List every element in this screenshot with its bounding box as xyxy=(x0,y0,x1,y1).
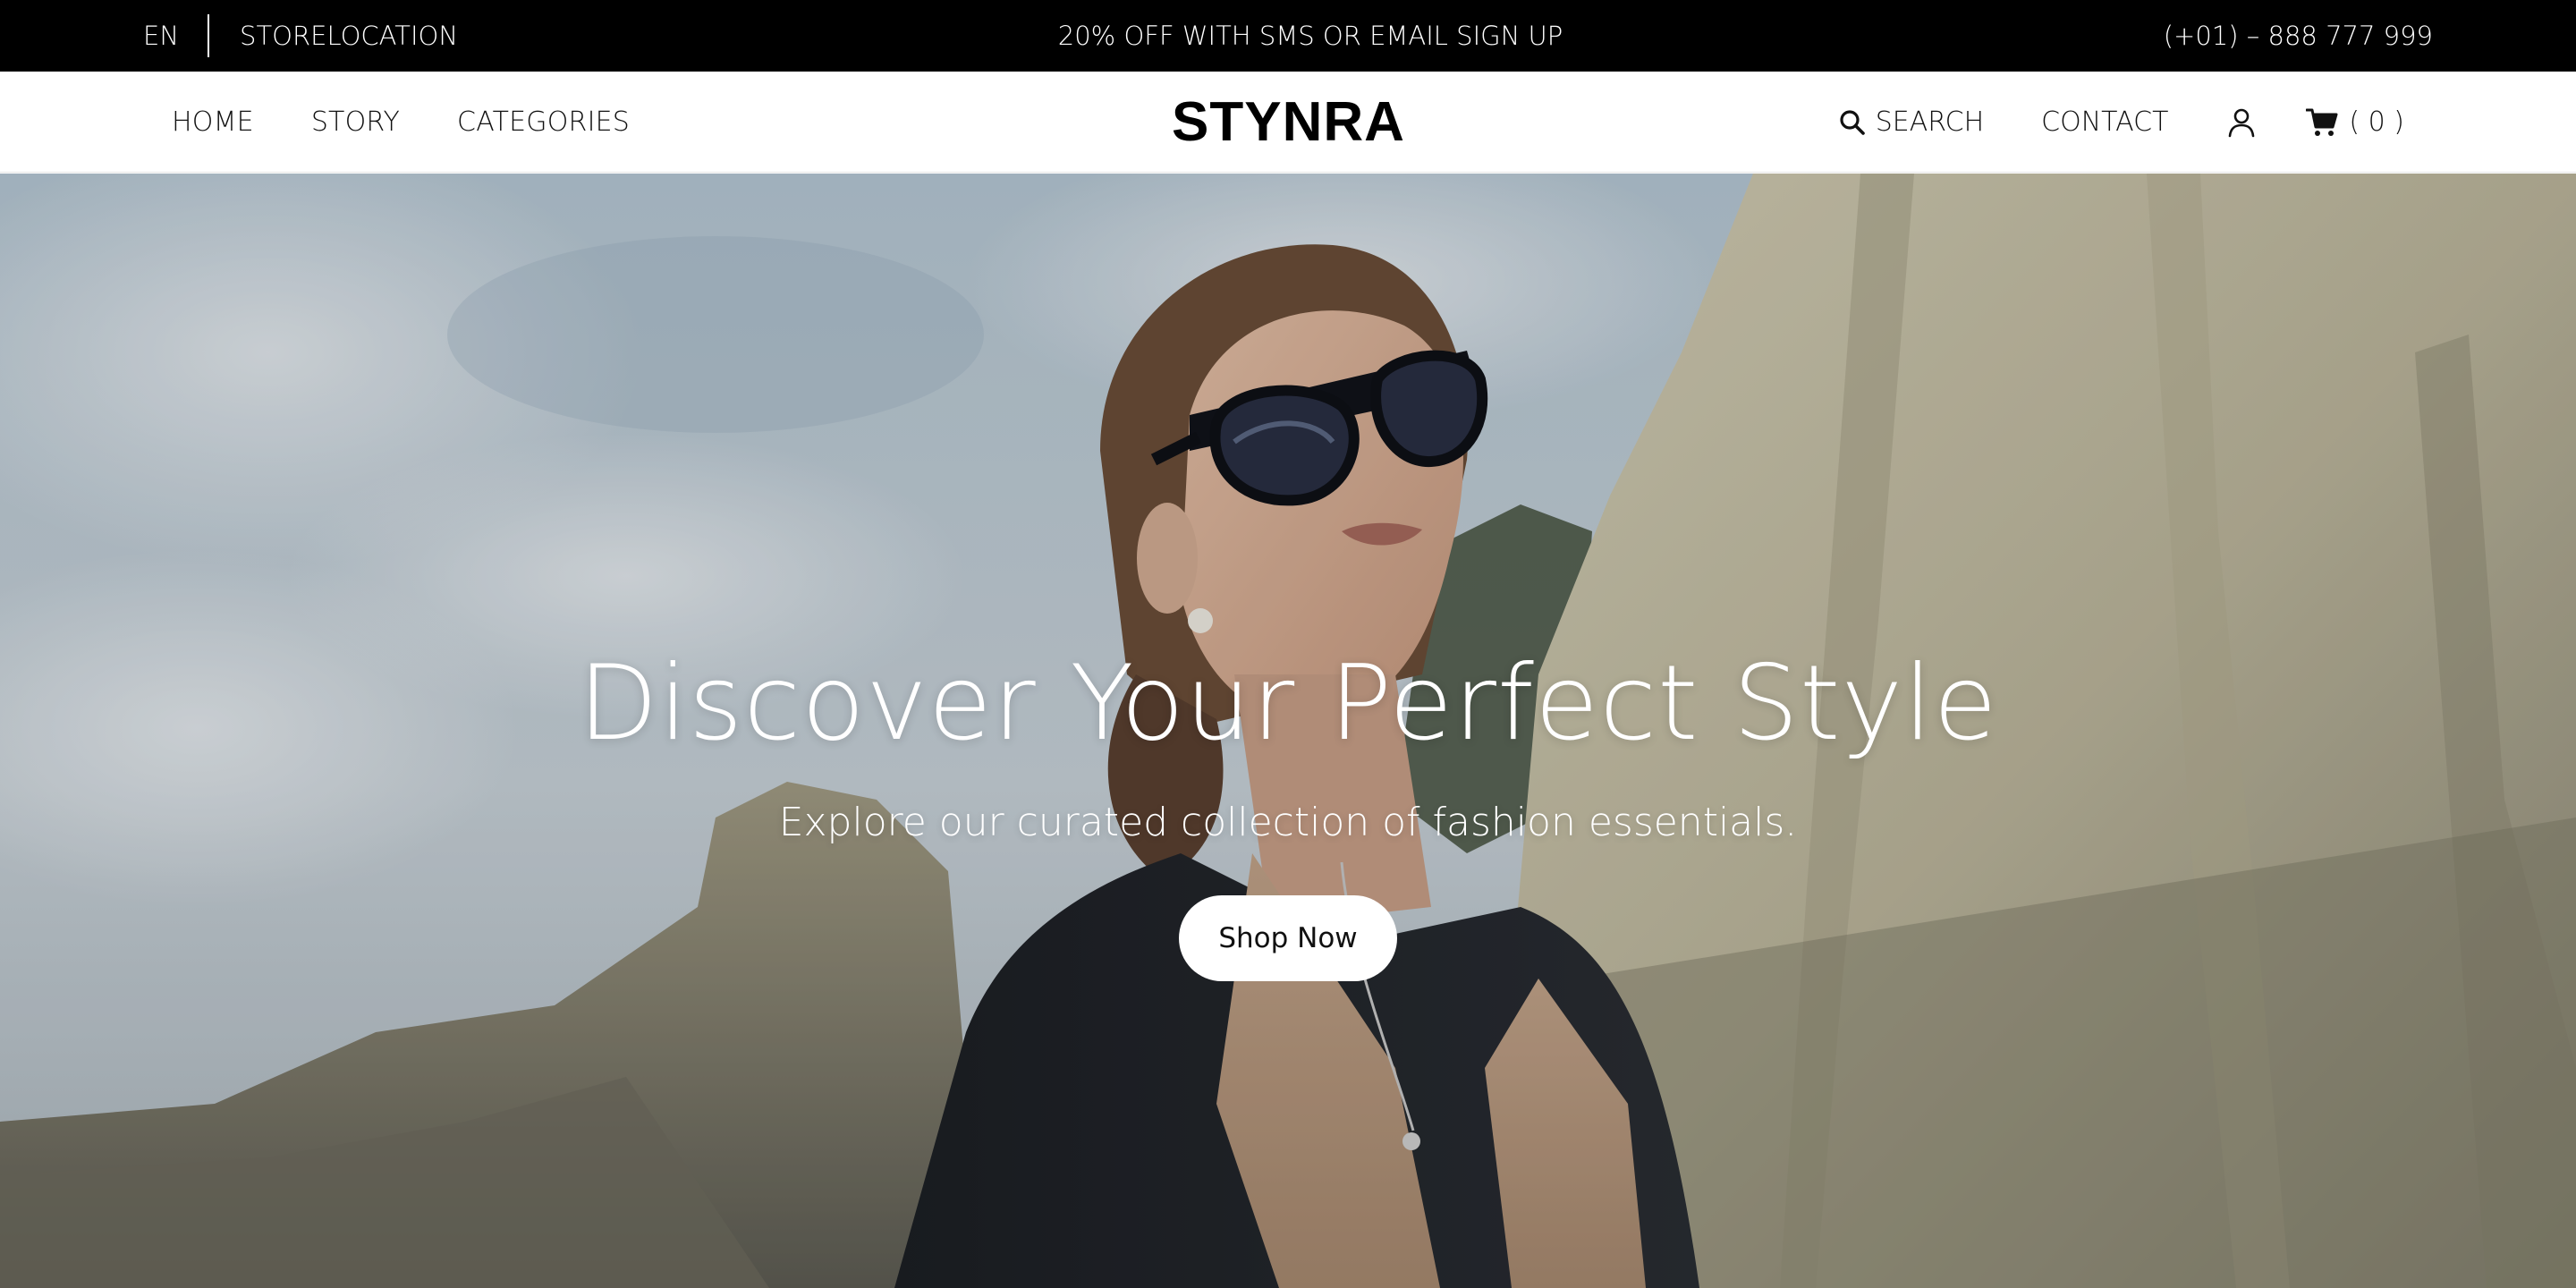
promo-bar: 20% OFF WITH SMS OR EMAIL SIGN UP EN STO… xyxy=(0,0,2576,72)
cart-button[interactable]: ( 0 ) xyxy=(2306,106,2404,138)
store-location-link[interactable]: STORELOCATION xyxy=(240,21,458,51)
language-selector[interactable]: EN xyxy=(143,21,179,51)
hero-title: Discover Your Perfect Style xyxy=(578,643,1998,764)
hero-subtitle: Explore our curated collection of fashio… xyxy=(778,800,1798,845)
shop-now-button[interactable]: Shop Now xyxy=(1179,895,1397,981)
topbar-divider xyxy=(208,14,210,57)
search-button[interactable]: SEARCH xyxy=(1838,106,1984,138)
brand-logo[interactable]: STYNRA xyxy=(1172,90,1405,154)
topbar-left: EN STORELOCATION xyxy=(143,0,458,72)
nav-menu: HOME STORY CATEGORIES xyxy=(172,72,630,173)
nav-categories[interactable]: CATEGORIES xyxy=(457,106,630,138)
user-icon xyxy=(2229,108,2255,137)
hero-banner: Discover Your Perfect Style Explore our … xyxy=(0,174,2576,1288)
main-nav: STYNRA HOME STORY CATEGORIES SEARCH CONT… xyxy=(0,72,2576,173)
nav-home[interactable]: HOME xyxy=(172,106,254,138)
cart-count: ( 0 ) xyxy=(2349,106,2404,138)
account-button[interactable] xyxy=(2227,107,2256,138)
search-icon xyxy=(1840,109,1865,135)
promo-text[interactable]: 20% OFF WITH SMS OR EMAIL SIGN UP xyxy=(1058,21,1563,51)
hero-content: Discover Your Perfect Style Explore our … xyxy=(0,643,2576,981)
search-label: SEARCH xyxy=(1875,106,1985,138)
cart-icon xyxy=(2306,108,2338,136)
nav-actions: SEARCH CONTACT ( 0 ) xyxy=(1838,72,2404,173)
nav-story[interactable]: STORY xyxy=(311,106,400,138)
phone-number[interactable]: (+01) – 888 777 999 xyxy=(2164,0,2433,72)
contact-link[interactable]: CONTACT xyxy=(2041,106,2168,138)
